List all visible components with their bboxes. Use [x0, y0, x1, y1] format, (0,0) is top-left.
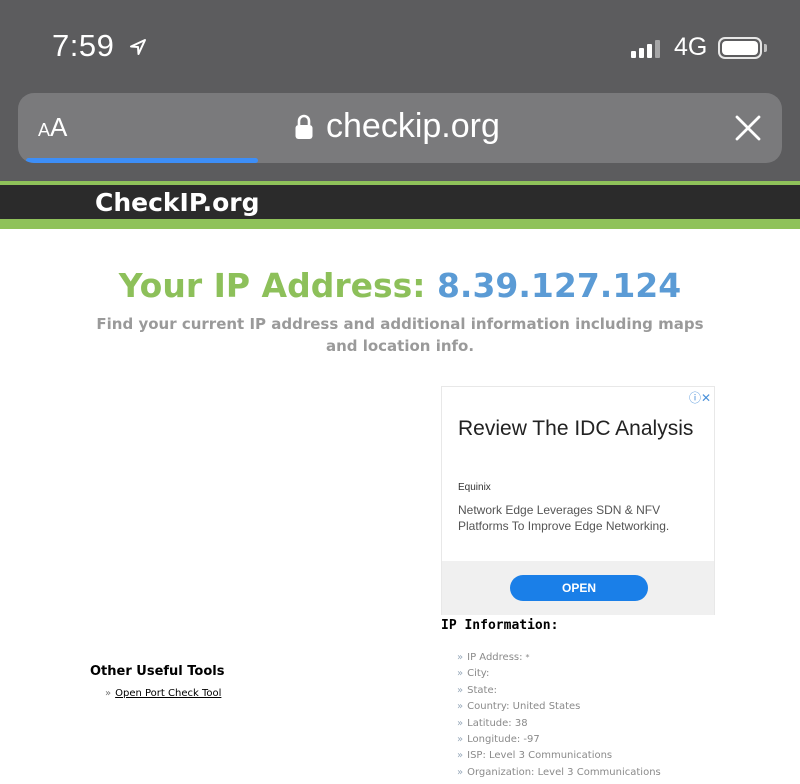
network-type: 4G [674, 33, 708, 61]
list-item: » IP Address: * [457, 652, 530, 663]
ip-address-value: 8.39.127.124 [436, 266, 682, 305]
cellular-signal-icon [631, 38, 660, 58]
ip-headline-label: Your IP Address: [118, 266, 426, 305]
browser-chrome: 7:59 4G AA checkip.org [0, 0, 800, 181]
ad-open-button[interactable]: OPEN [510, 575, 648, 601]
tools-title: Other Useful Tools [90, 664, 225, 679]
battery-icon [718, 37, 762, 59]
text-size-button[interactable]: AA [38, 112, 67, 143]
stop-loading-icon[interactable] [734, 114, 762, 142]
open-port-check-link[interactable]: Open Port Check Tool [115, 688, 221, 699]
list-item: » ISP: Level 3 Communications [457, 750, 613, 762]
site-header: CheckIP.org [0, 181, 800, 229]
ad-footer: OPEN [442, 561, 714, 615]
footnote-mark: * [525, 653, 530, 662]
site-logo[interactable]: CheckIP.org [95, 188, 259, 217]
ad-body: Network Edge Leverages SDN & NFV Platfor… [458, 503, 670, 533]
list-item: » Latitude: 38 [457, 717, 528, 729]
ad-advertiser: Equinix [458, 482, 491, 493]
site-header-bar: CheckIP.org [0, 185, 800, 219]
address-bar[interactable]: AA checkip.org [18, 93, 782, 163]
ip-info-list: » IP Address: * » City: » State: » Country: U… [457, 650, 661, 781]
ad-choices-icon[interactable]: ⓘ✕ [689, 389, 711, 406]
status-time: 7:59 [52, 28, 115, 63]
url-text: checkip.org [326, 107, 500, 145]
ad-unit[interactable]: ⓘ✕ Review The IDC Analysis Equinix Netwo… [441, 386, 715, 615]
battery-cap [764, 44, 767, 52]
page-subtitle: Find your current IP address and additio… [96, 315, 704, 355]
url-display[interactable]: checkip.org [294, 107, 500, 146]
ip-info-title: IP Information: [441, 618, 559, 633]
location-arrow-icon [130, 39, 146, 55]
lock-icon [295, 114, 313, 139]
ip-headline: Your IP Address: 8.39.127.124 [0, 266, 800, 305]
list-item: » City: [457, 668, 490, 680]
ad-title[interactable]: Review The IDC Analysis [458, 415, 698, 442]
page-load-progress [26, 158, 258, 163]
list-item: » State: [457, 684, 497, 696]
list-item: » Longitude: -97 [457, 733, 540, 745]
list-item: » Organization: Level 3 Communications [457, 766, 661, 778]
tools-list-item: » Open Port Check Tool [105, 688, 222, 699]
list-item: » Country: United States [457, 701, 581, 713]
